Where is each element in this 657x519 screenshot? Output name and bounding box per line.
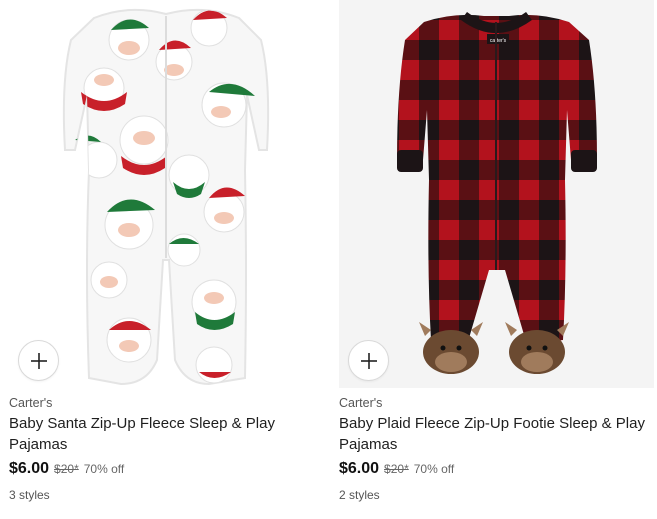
garment-label-text: carter's <box>490 38 507 44</box>
styles-count: 2 styles <box>339 488 380 502</box>
original-price: $20* <box>384 462 409 476</box>
styles-count: 3 styles <box>9 488 50 502</box>
price-row: $6.00 $20* 70% off <box>339 460 454 478</box>
product-brand: Carter's <box>9 396 53 410</box>
price-row: $6.00 $20* 70% off <box>9 460 124 478</box>
product-card[interactable]: Carter's Baby Santa Zip-Up Fleece Sleep … <box>9 0 324 502</box>
plaid-pajama-image: carter's <box>397 11 597 374</box>
santa-pajama-image <box>62 8 270 386</box>
discount-label: 70% off <box>413 462 455 476</box>
product-brand: Carter's <box>339 396 383 410</box>
plus-icon <box>360 352 377 369</box>
sale-price: $6.00 <box>9 460 50 477</box>
add-to-bag-button[interactable] <box>18 340 59 381</box>
original-price: $20* <box>54 462 79 476</box>
product-title[interactable]: Baby Santa Zip-Up Fleece Sleep & Play Pa… <box>9 413 324 455</box>
sale-price: $6.00 <box>339 460 380 477</box>
add-to-bag-button[interactable] <box>348 340 389 381</box>
product-image[interactable]: carter's <box>339 0 654 388</box>
product-title[interactable]: Baby Plaid Fleece Zip-Up Footie Sleep & … <box>339 413 654 455</box>
plus-icon <box>30 352 47 369</box>
discount-label: 70% off <box>83 462 125 476</box>
product-card[interactable]: carter's Carter's Baby Plaid Fleece Zip-… <box>339 0 654 502</box>
product-image[interactable] <box>9 0 324 388</box>
